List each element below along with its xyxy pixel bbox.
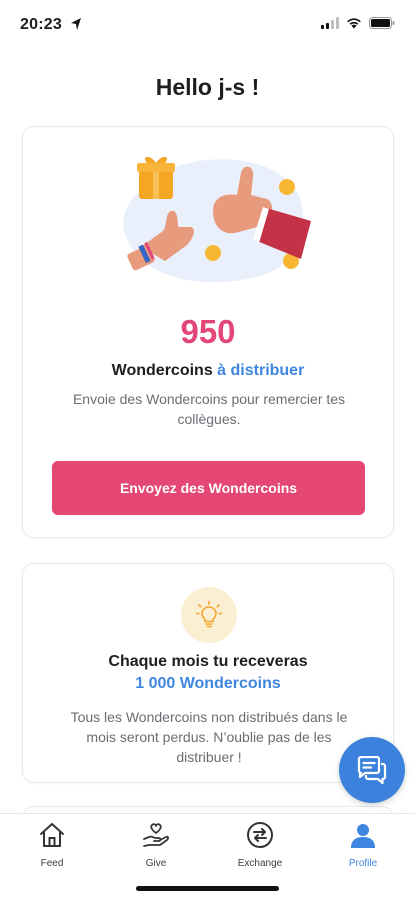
distribute-amount: 950 xyxy=(180,313,236,350)
tab-feed[interactable]: Feed xyxy=(12,820,92,876)
distribute-label-prefix: Wondercoins xyxy=(111,362,213,379)
distribute-label: Wondercoins à distribuer xyxy=(23,362,393,380)
house-icon xyxy=(40,823,64,847)
tab-exchange[interactable]: Exchange xyxy=(220,820,300,876)
battery-icon xyxy=(369,17,395,29)
chat-icon xyxy=(357,756,387,784)
monthly-description: Tous les Wondercoins non distribués dans… xyxy=(70,709,348,765)
tab-label-profile: Profile xyxy=(348,858,378,869)
status-bar: 20:23 xyxy=(0,0,415,50)
monthly-card: Chaque mois tu receveras 1 000 Wondercoi… xyxy=(22,563,394,783)
distribute-description: Envoie des Wondercoins pour remercier te… xyxy=(72,391,346,427)
hand-heart-icon xyxy=(143,823,169,847)
page-title: Hello j-s ! xyxy=(155,74,260,100)
lightbulb-icon xyxy=(196,601,222,628)
home-indicator xyxy=(136,886,279,891)
bulb-badge xyxy=(181,587,237,643)
person-icon xyxy=(351,824,375,848)
tab-label-give: Give xyxy=(145,858,167,869)
distribute-label-accent: à distribuer xyxy=(217,362,305,379)
send-wondercoins-button[interactable]: Envoyez des Wondercoins xyxy=(52,461,365,515)
monthly-title: Chaque mois tu receveras xyxy=(108,653,308,670)
status-icons xyxy=(321,17,395,29)
thumbs-up-gift-coins-illustration xyxy=(123,156,311,283)
wifi-icon xyxy=(347,18,361,29)
chat-button[interactable] xyxy=(339,737,405,803)
tab-give[interactable]: Give xyxy=(116,820,196,876)
tab-label-feed: Feed xyxy=(40,858,64,869)
status-time: 20:23 xyxy=(20,16,62,33)
exchange-icon xyxy=(247,822,273,848)
tab-label-exchange: Exchange xyxy=(237,858,283,869)
monthly-amount: 1 000 Wondercoins xyxy=(135,675,281,692)
location-arrow-icon xyxy=(71,18,81,30)
tab-profile[interactable]: Profile xyxy=(323,820,403,876)
distribute-card: 950 Wondercoins à distribuer Envoie des … xyxy=(22,126,394,538)
signal-icon xyxy=(321,17,339,29)
